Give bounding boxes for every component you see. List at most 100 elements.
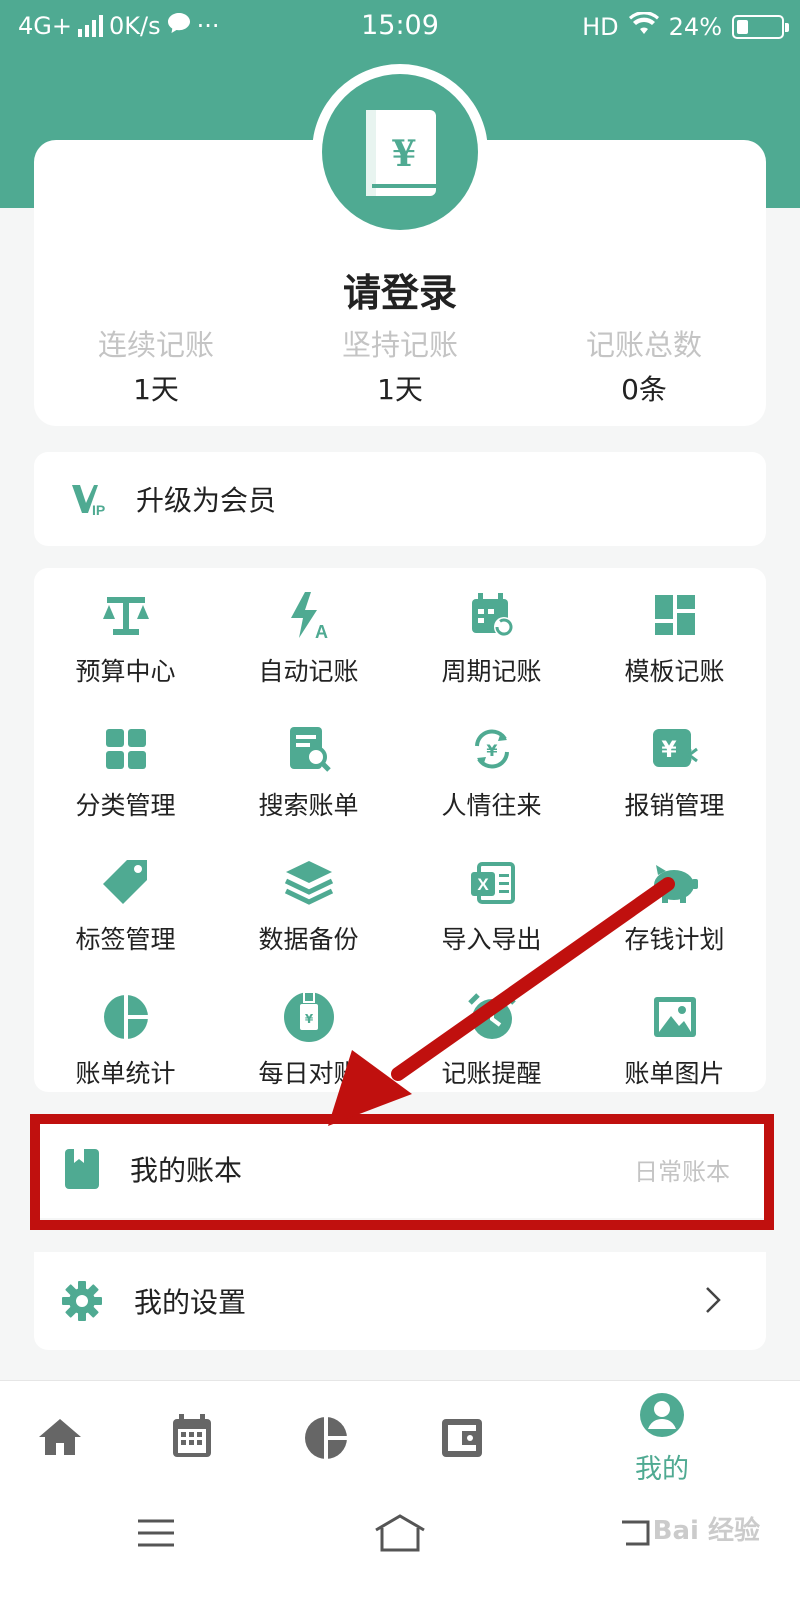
home-icon xyxy=(37,1417,83,1461)
scale-icon xyxy=(99,588,153,642)
grid-label: 周期记账 xyxy=(441,657,542,686)
chart-icon xyxy=(303,1415,349,1465)
nav-calendar[interactable] xyxy=(132,1381,252,1489)
grid-label: 搜索账单 xyxy=(258,791,359,820)
layers-icon xyxy=(282,856,336,910)
stat-value: 0条 xyxy=(621,373,667,406)
grid-item-bill-image[interactable]: 账单图片 xyxy=(583,984,766,1118)
stat-label: 连续记账 xyxy=(97,328,214,362)
wallet-icon xyxy=(440,1417,484,1463)
my-settings-row[interactable]: 我的设置 xyxy=(34,1252,766,1350)
grid-label: 报销管理 xyxy=(624,791,725,820)
avatar[interactable]: ¥ xyxy=(322,74,478,230)
stat-persist: 坚持记账 1天 xyxy=(278,322,522,408)
piggy-bank-icon xyxy=(648,856,702,910)
grid-item-search[interactable]: 搜索账单 xyxy=(217,716,400,850)
pie-chart-icon xyxy=(99,990,153,1044)
reimburse-icon: ¥ xyxy=(648,722,702,776)
system-nav-bar: Bai 经验 xyxy=(0,1488,800,1600)
wifi-icon xyxy=(628,11,659,42)
grid-label: 存钱计划 xyxy=(624,925,725,954)
auto-bolt-icon: A xyxy=(282,588,336,642)
grid-item-saving[interactable]: 存钱计划 xyxy=(583,850,766,984)
stat-value: 1天 xyxy=(133,373,179,406)
login-title[interactable]: 请登录 xyxy=(0,262,800,317)
grid-label: 账单统计 xyxy=(75,1059,176,1088)
stat-label: 坚持记账 xyxy=(341,328,458,362)
feature-grid: 预算中心 A 自动记账 周期记账 模板记账 分类管理 搜索账单 ¥ 人情往来 ¥… xyxy=(34,582,766,1118)
grid-item-tag[interactable]: 标签管理 xyxy=(34,850,217,984)
grid-label: 每日对账 xyxy=(258,1059,359,1088)
watermark: Bai 经验 xyxy=(652,1516,760,1546)
grid-item-category[interactable]: 分类管理 xyxy=(34,716,217,850)
stat-value: 1天 xyxy=(377,373,423,406)
grid-label: 分类管理 xyxy=(75,791,176,820)
back-icon[interactable] xyxy=(616,1518,652,1552)
template-icon xyxy=(648,588,702,642)
feature-grid-card: 预算中心 A 自动记账 周期记账 模板记账 分类管理 搜索账单 ¥ 人情往来 ¥… xyxy=(34,568,766,1092)
grid-label: 账单图片 xyxy=(624,1059,725,1088)
grid-item-relationship[interactable]: ¥ 人情往来 xyxy=(400,716,583,850)
grid-label: 预算中心 xyxy=(75,657,176,686)
profile-icon xyxy=(638,1391,686,1443)
grid-label: 模板记账 xyxy=(624,657,725,686)
search-bill-icon xyxy=(282,722,336,776)
nav-wallet[interactable] xyxy=(402,1381,522,1489)
grid-label: 标签管理 xyxy=(75,925,176,954)
alarm-clock-icon xyxy=(465,990,519,1044)
excel-icon: X xyxy=(465,856,519,910)
my-account-book-label: 我的账本 xyxy=(130,1154,243,1187)
my-settings-label: 我的设置 xyxy=(134,1286,247,1319)
bottom-nav: 我的 xyxy=(0,1380,800,1488)
tag-icon xyxy=(99,856,153,910)
gear-icon xyxy=(60,1279,104,1323)
grid-item-daily-check[interactable]: ¥ 每日对账 xyxy=(217,984,400,1118)
current-book-value: 日常账本 xyxy=(634,1157,730,1186)
category-grid-icon xyxy=(99,722,153,776)
vip-icon: IP xyxy=(70,479,112,519)
grid-item-import-export[interactable]: X 导入导出 xyxy=(400,850,583,984)
chevron-right-icon xyxy=(704,1286,722,1314)
nav-home[interactable] xyxy=(0,1381,120,1489)
grid-label: 导入导出 xyxy=(441,925,542,954)
home-button-icon[interactable] xyxy=(374,1514,426,1556)
calendar-repeat-icon xyxy=(465,588,519,642)
battery-percent: 24% xyxy=(668,13,722,41)
grid-item-reimburse[interactable]: ¥ 报销管理 xyxy=(583,716,766,850)
grid-item-template[interactable]: 模板记账 xyxy=(583,582,766,716)
image-icon xyxy=(648,990,702,1044)
nav-mine[interactable]: 我的 xyxy=(602,1381,722,1489)
calendar-icon xyxy=(171,1413,213,1463)
account-book-icon: ¥ xyxy=(366,110,436,196)
vip-label: 升级为会员 xyxy=(136,484,277,517)
grid-label: 数据备份 xyxy=(258,925,359,954)
svg-text:IP: IP xyxy=(92,502,105,518)
svg-text:¥: ¥ xyxy=(304,1012,313,1026)
svg-text:¥: ¥ xyxy=(486,741,497,760)
grid-item-budget[interactable]: 预算中心 xyxy=(34,582,217,716)
nav-mine-label: 我的 xyxy=(635,1454,689,1485)
svg-text:¥: ¥ xyxy=(661,738,677,763)
my-account-book-row[interactable]: 我的账本 日常账本 xyxy=(34,1120,766,1218)
stats-row: 连续记账 1天 坚持记账 1天 记账总数 0条 xyxy=(34,322,766,408)
grid-item-backup[interactable]: 数据备份 xyxy=(217,850,400,984)
grid-item-statistics[interactable]: 账单统计 xyxy=(34,984,217,1118)
grid-item-reminder[interactable]: 记账提醒 xyxy=(400,984,583,1118)
battery-icon xyxy=(732,15,789,39)
exchange-yen-icon: ¥ xyxy=(465,722,519,776)
svg-text:A: A xyxy=(315,622,328,640)
grid-item-auto[interactable]: A 自动记账 xyxy=(217,582,400,716)
stat-consecutive: 连续记账 1天 xyxy=(34,322,278,408)
daily-check-icon: ¥ xyxy=(282,990,336,1044)
book-icon xyxy=(64,1148,100,1190)
grid-label: 记账提醒 xyxy=(441,1059,542,1088)
grid-label: 人情往来 xyxy=(441,791,542,820)
status-bar: 4G+ 0K/s ··· 15:09 HD 24% xyxy=(0,0,800,56)
grid-item-periodic[interactable]: 周期记账 xyxy=(400,582,583,716)
upgrade-vip-row[interactable]: IP 升级为会员 xyxy=(34,452,766,546)
nav-chart[interactable] xyxy=(266,1381,386,1489)
menu-icon[interactable] xyxy=(138,1518,174,1552)
svg-text:X: X xyxy=(477,875,489,894)
svg-text:¥: ¥ xyxy=(391,133,416,175)
stat-total: 记账总数 0条 xyxy=(522,322,766,408)
